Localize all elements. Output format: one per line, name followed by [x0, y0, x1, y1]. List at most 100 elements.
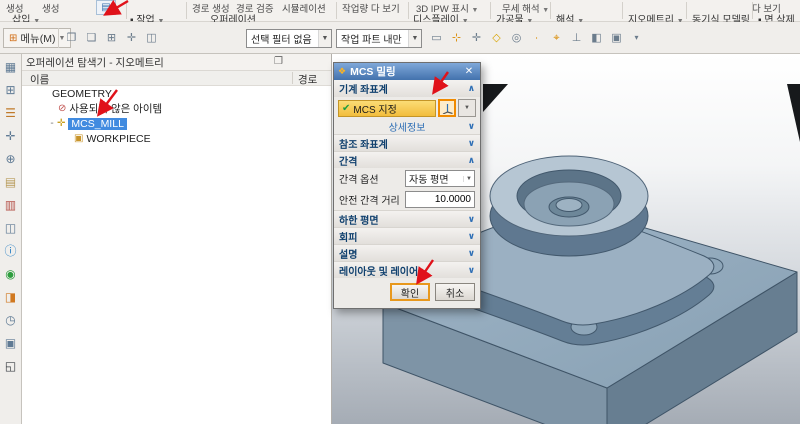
section-lower-limit-plane[interactable]: 하한 평면 ∨ — [334, 210, 480, 227]
ribbon-separator — [490, 2, 491, 19]
chevron-down-icon[interactable]: ∨ — [468, 121, 475, 132]
resource-roles-icon[interactable]: ◱ — [3, 358, 19, 374]
dialog-title-bar[interactable]: ❖ MCS 밀링 ✕ — [334, 63, 480, 80]
csys-axes-icon — [442, 103, 453, 114]
snap-endpoint-icon[interactable]: ∙ — [528, 29, 545, 47]
show-hide-icon[interactable]: ◫ — [143, 29, 160, 47]
move-object-icon[interactable]: ✛ — [123, 29, 140, 47]
check-icon: ✔ — [342, 102, 351, 114]
general-select-icon[interactable]: ✛ — [468, 29, 485, 47]
chevron-down-icon: ▼ — [408, 30, 421, 47]
clearance-option-dropdown[interactable]: 자동 평면 ▼ — [405, 170, 475, 187]
chevron-up-icon[interactable]: ∧ — [468, 155, 475, 166]
mcs-specify-row: ✔ MCS 지정 ▼ — [334, 97, 480, 119]
ok-button[interactable]: 확인 — [390, 283, 430, 301]
resource-folder-icon[interactable]: ▤ — [3, 174, 19, 190]
tree-node-geometry[interactable]: GEOMETRY — [22, 86, 331, 101]
workload-view-button[interactable]: 작업량 다 보기 — [342, 1, 400, 15]
operation-navigator: 오퍼레이션 탐색기 - 지오메트리 ❐ 이름 경로 GEOMETRY ⊘ 사용되… — [22, 54, 332, 424]
ribbon: 생성 생성 ▤ 경로 생성 경로 검증 시뮬레이션 작업량 다 보기 3D IP… — [0, 0, 800, 26]
dialog-title: MCS 밀링 — [350, 66, 396, 78]
window-icon[interactable]: ❏ — [83, 29, 100, 47]
column-name[interactable]: 이름 — [30, 72, 49, 87]
dialog-diamond-icon: ❖ — [338, 66, 347, 76]
resource-machine-tool-navigator-icon[interactable]: ⊕ — [3, 151, 19, 167]
csys-options-button[interactable]: ▼ — [458, 99, 476, 117]
menu-button[interactable]: ⊞ 메뉴(M) ▼ — [3, 28, 72, 48]
ribbon-separator — [408, 2, 409, 19]
chevron-down-icon[interactable]: ∨ — [468, 214, 475, 225]
section-description[interactable]: 설명 ∨ — [334, 244, 480, 261]
resource-reuse-library-icon[interactable]: ▥ — [3, 197, 19, 213]
clearance-option-row: 간격 옵션 자동 평면 ▼ — [334, 168, 480, 189]
close-icon[interactable]: ✕ — [462, 66, 476, 77]
mcs-specify-field[interactable]: ✔ MCS 지정 — [338, 99, 436, 117]
resource-operation-navigator-icon[interactable]: ✛ — [3, 128, 19, 144]
snap-center-icon[interactable]: ◎ — [508, 29, 525, 47]
nx-cam-window: 생성 생성 ▤ 경로 생성 경로 검증 시뮬레이션 작업량 다 보기 3D IP… — [0, 0, 800, 424]
resource-web-browser-icon[interactable]: ◉ — [3, 266, 19, 282]
selection-toolbar: ⊞ 메뉴(M) ▼ ❐ ❏ ⊞ ✛ ◫ 선택 필터 없음 ▼ 작업 파트 내만 … — [0, 22, 800, 54]
safe-distance-input[interactable] — [405, 191, 475, 208]
layer-settings-icon[interactable]: ⊞ — [103, 29, 120, 47]
wireframe-view-icon[interactable]: ▣ — [608, 29, 625, 47]
resource-constraint-navigator-icon[interactable]: ⊞ — [3, 82, 19, 98]
navigator-column-headers: 이름 경로 — [22, 71, 331, 86]
toolbar-overflow-icon[interactable]: ▾ — [628, 29, 645, 47]
chevron-down-icon[interactable]: ∨ — [468, 231, 475, 242]
fixture-shape-left — [483, 84, 508, 112]
resource-part-navigator-icon[interactable]: ☰ — [3, 105, 19, 121]
cancel-button[interactable]: 취소 — [435, 283, 475, 301]
toolbar-separator — [58, 28, 59, 48]
copy-display-icon[interactable]: ❐ — [63, 29, 80, 47]
snap-midpoint-icon[interactable]: ◇ — [488, 29, 505, 47]
chevron-down-icon[interactable]: ∨ — [468, 265, 475, 276]
chevron-down-icon[interactable]: ∨ — [468, 138, 475, 149]
section-reference-csys[interactable]: 참조 좌표계 ∨ — [334, 134, 480, 151]
menu-grid-icon: ⊞ — [9, 32, 18, 44]
selection-scope-dropdown[interactable]: 작업 파트 내만 ▼ — [336, 29, 422, 48]
resource-assembly-navigator-icon[interactable]: ▦ — [3, 59, 19, 75]
chevron-down-icon: ▼ — [463, 175, 474, 182]
column-path[interactable]: 경로 — [298, 72, 317, 87]
undock-icon[interactable]: ❐ — [274, 56, 283, 67]
section-avoidance[interactable]: 회피 ∨ — [334, 227, 480, 244]
unused-items-icon: ⊘ — [58, 103, 67, 114]
safe-distance-row: 안전 간격 거리 — [334, 189, 480, 210]
tree-node-unused-items[interactable]: ⊘ 사용되지 않은 아이템 — [22, 101, 331, 116]
column-separator[interactable] — [292, 72, 293, 84]
create-button-2[interactable]: 생성 — [42, 1, 59, 15]
simulate-button[interactable]: 시뮬레이션 — [282, 1, 326, 15]
resource-info-icon[interactable]: ⓘ — [3, 243, 19, 259]
mcs-mill-label[interactable]: MCS_MILL — [68, 117, 127, 130]
geometry-tree: GEOMETRY ⊘ 사용되지 않은 아이템 - ✛ MCS_MILL ▣ WO… — [22, 86, 331, 146]
snap-intersection-icon[interactable]: ⌖ — [548, 29, 565, 47]
section-layout-layer[interactable]: 레이아웃 및 레이어 ∨ — [334, 261, 480, 278]
ribbon-separator — [336, 2, 337, 19]
expander-minus-icon[interactable]: - — [48, 118, 56, 129]
resource-process-studio-icon[interactable]: ◨ — [3, 289, 19, 305]
ribbon-separator — [622, 2, 623, 19]
chevron-down-icon: ▼ — [464, 105, 470, 111]
shaded-view-icon[interactable]: ◧ — [588, 29, 605, 47]
snap-point-icon[interactable]: ⊹ — [448, 29, 465, 47]
dialog-button-row: 확인 취소 — [334, 278, 480, 308]
section-clearance[interactable]: 간격 ∧ — [334, 151, 480, 168]
csys-dialog-button[interactable] — [438, 99, 456, 117]
chevron-down-icon[interactable]: ∨ — [468, 248, 475, 259]
snap-perpendicular-icon[interactable]: ⊥ — [568, 29, 585, 47]
chevron-up-icon[interactable]: ∧ — [468, 83, 475, 94]
resource-hd3d-tools-icon[interactable]: ◫ — [3, 220, 19, 236]
subsection-details[interactable]: 상세정보 ∨ — [334, 119, 480, 134]
workpiece-icon: ▣ — [74, 133, 84, 144]
tree-node-workpiece[interactable]: ▣ WORKPIECE — [22, 131, 331, 146]
selection-filter-dropdown[interactable]: 선택 필터 없음 ▼ — [246, 29, 332, 48]
chevron-down-icon: ▼ — [318, 30, 331, 47]
resource-manufacturing-wizard-icon[interactable]: ▣ — [3, 335, 19, 351]
resource-history-icon[interactable]: ◷ — [3, 312, 19, 328]
rectangle-select-icon[interactable]: ▭ — [428, 29, 445, 47]
section-machine-csys[interactable]: 기계 좌표계 ∧ — [334, 80, 480, 97]
ribbon-separator — [126, 2, 127, 19]
create-geometry-button[interactable]: ▤ — [96, 0, 116, 15]
tree-node-mcs-mill[interactable]: - ✛ MCS_MILL — [22, 116, 331, 131]
